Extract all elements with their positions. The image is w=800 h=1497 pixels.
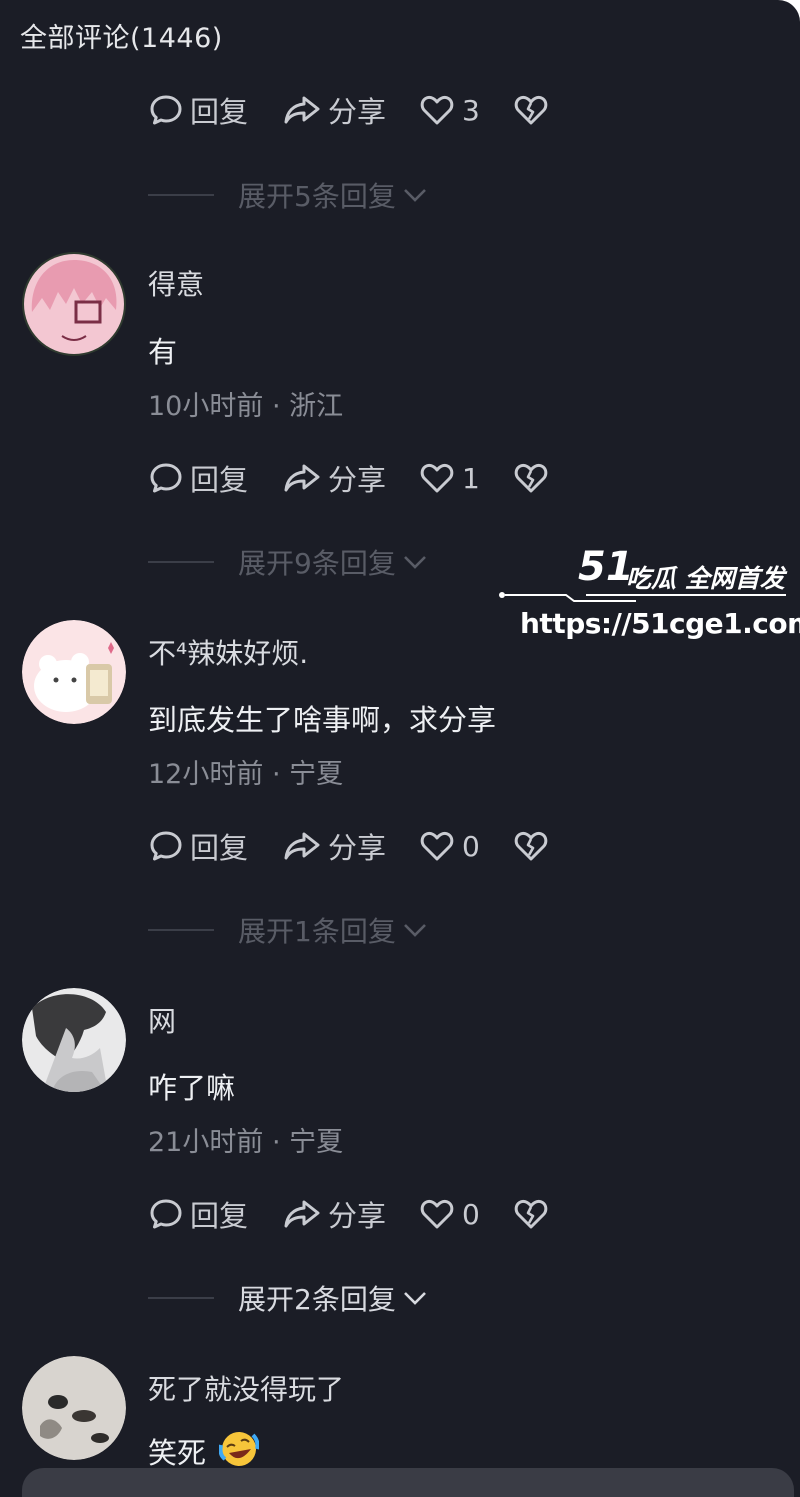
comment-username[interactable]: 网 [148, 1000, 176, 1040]
comment-time: 12小时前 [148, 759, 264, 790]
comment-location: 宁夏 [289, 1127, 344, 1158]
chevron-down-icon [403, 556, 426, 569]
reply-label: 回复 [190, 95, 249, 129]
dislike-button[interactable] [514, 462, 548, 494]
heart-icon [420, 1199, 454, 1229]
dislike-button[interactable] [514, 1198, 548, 1230]
dislike-button[interactable] [514, 830, 548, 862]
expand-replies[interactable]: 展开1条回复 [148, 910, 428, 950]
laughing-crying-emoji-icon [218, 1432, 260, 1466]
comments-panel: 全部评论(1446) 回复 分享 3 展开5条回复 得意 有 10小时前 · 浙… [0, 0, 800, 1497]
like-button[interactable]: 3 [420, 94, 480, 127]
avatar[interactable] [22, 620, 126, 724]
share-label: 分享 [328, 463, 387, 497]
circuit-line-icon [499, 592, 786, 602]
broken-heart-icon [514, 95, 548, 125]
comment-time: 21小时前 [148, 1127, 264, 1158]
comment-time: 10小时前 [148, 391, 264, 422]
reply-button[interactable]: 回复 [148, 457, 248, 499]
reply-label: 回复 [190, 831, 249, 865]
share-label: 分享 [328, 95, 387, 129]
avatar[interactable] [22, 252, 126, 356]
comment-text: 笑死 [148, 1436, 207, 1470]
expand-replies-label: 展开1条回复 [238, 915, 396, 948]
expand-replies[interactable]: 展开9条回复 [148, 542, 428, 582]
chat-bubble-icon [150, 463, 182, 493]
comment-text-row: 笑死 [148, 1429, 260, 1472]
watermark: 51 吃瓜 全网首发 https://51cge1.com [496, 545, 800, 645]
like-button[interactable]: 0 [420, 1198, 480, 1231]
expand-replies[interactable]: 展开2条回复 [148, 1278, 428, 1318]
heart-icon [420, 95, 454, 125]
comment-meta: 10小时前 · 浙江 [148, 384, 343, 423]
broken-heart-icon [514, 463, 548, 493]
reply-button[interactable]: 回复 [148, 1193, 248, 1235]
comment-location: 宁夏 [289, 759, 344, 790]
share-arrow-icon [284, 96, 320, 124]
share-label: 分享 [328, 1199, 387, 1233]
divider [148, 194, 214, 196]
broken-heart-icon [514, 831, 548, 861]
comment-actions: 回复 分享 1 [148, 456, 582, 500]
comment-username[interactable]: 得意 [148, 263, 204, 303]
watermark-url: https://51cge1.com [520, 607, 800, 640]
heart-icon [420, 831, 454, 861]
comment-username[interactable]: 不⁴辣妹好烦. [148, 632, 308, 672]
like-count: 3 [462, 93, 480, 127]
meta-separator: · [263, 759, 290, 790]
chat-bubble-icon [150, 95, 182, 125]
comment-actions: 回复 分享 3 [148, 88, 582, 132]
share-arrow-icon [284, 464, 320, 492]
divider [148, 929, 214, 931]
avatar[interactable] [22, 988, 126, 1092]
meta-separator: · [263, 1127, 290, 1158]
share-arrow-icon [284, 832, 320, 860]
reply-label: 回复 [190, 1199, 249, 1233]
like-count: 0 [462, 1197, 480, 1231]
divider [148, 1297, 214, 1299]
share-label: 分享 [328, 831, 387, 865]
share-button[interactable]: 分享 [282, 825, 386, 867]
like-button[interactable]: 0 [420, 830, 480, 863]
chat-bubble-icon [150, 831, 182, 861]
dislike-button[interactable] [514, 94, 548, 126]
expand-replies-label: 展开5条回复 [238, 180, 396, 213]
meta-separator: · [263, 391, 290, 422]
comment-text: 到底发生了啥事啊，求分享 [148, 703, 497, 737]
expand-replies-label: 展开9条回复 [238, 547, 396, 580]
comment-text: 咋了嘛 [148, 1071, 236, 1105]
chevron-down-icon [403, 924, 426, 937]
chevron-down-icon [403, 1292, 426, 1305]
comment-meta: 21小时前 · 宁夏 [148, 1120, 343, 1159]
comment-text: 有 [148, 335, 178, 369]
divider [148, 561, 214, 563]
comment-actions: 回复 分享 0 [148, 1192, 582, 1236]
reply-label: 回复 [190, 463, 249, 497]
share-button[interactable]: 分享 [282, 1193, 386, 1235]
reply-button[interactable]: 回复 [148, 89, 248, 131]
like-button[interactable]: 1 [420, 462, 480, 495]
broken-heart-icon [514, 1199, 548, 1229]
chat-bubble-icon [150, 1199, 182, 1229]
like-count: 0 [462, 829, 480, 863]
comment-input-bar[interactable] [22, 1468, 794, 1497]
chevron-down-icon [403, 189, 426, 202]
heart-icon [420, 463, 454, 493]
comments-title: 全部评论(1446) [20, 23, 223, 54]
share-arrow-icon [284, 1200, 320, 1228]
share-button[interactable]: 分享 [282, 457, 386, 499]
reply-button[interactable]: 回复 [148, 825, 248, 867]
expand-replies-label: 展开2条回复 [238, 1283, 396, 1316]
comment-actions: 回复 分享 0 [148, 824, 582, 868]
comment-location: 浙江 [289, 391, 344, 422]
share-button[interactable]: 分享 [282, 89, 386, 131]
expand-replies[interactable]: 展开5条回复 [148, 175, 428, 215]
like-count: 1 [462, 461, 480, 495]
comment-meta: 12小时前 · 宁夏 [148, 752, 343, 791]
comment-username[interactable]: 死了就没得玩了 [148, 1368, 344, 1408]
avatar[interactable] [22, 1356, 126, 1460]
